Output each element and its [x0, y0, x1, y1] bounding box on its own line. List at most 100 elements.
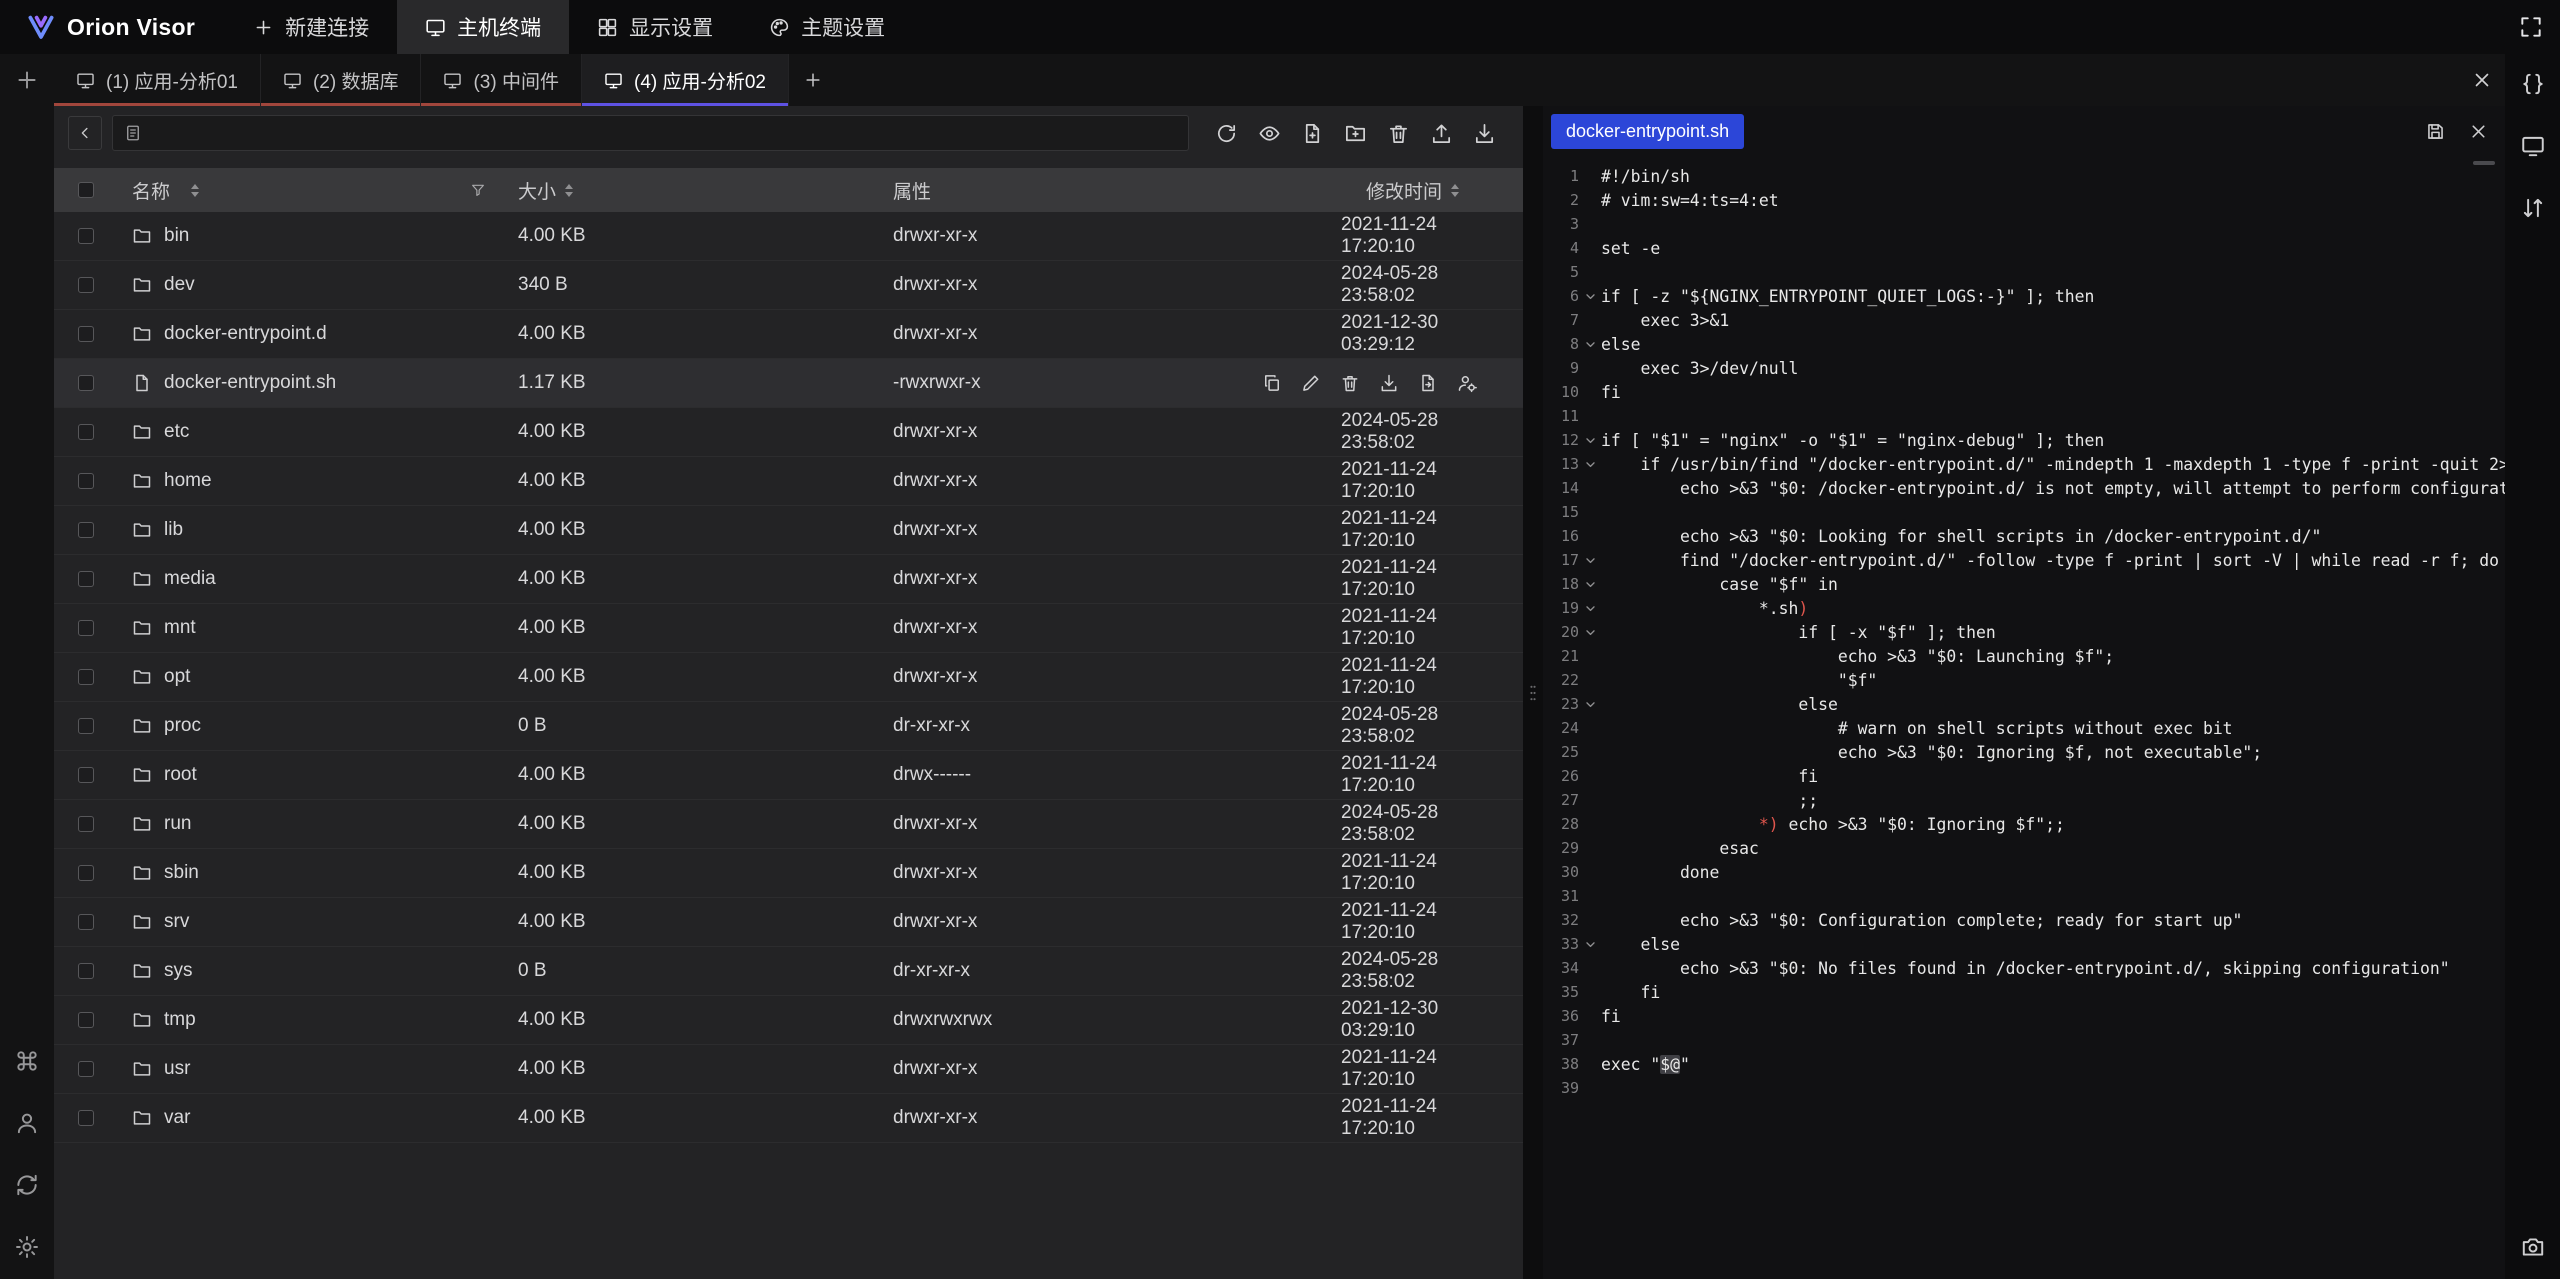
- select-all-checkbox[interactable]: [78, 182, 94, 198]
- fold-icon[interactable]: [1579, 458, 1601, 471]
- delete-icon[interactable]: [1381, 116, 1415, 150]
- row-checkbox[interactable]: [78, 522, 94, 538]
- file-row-proc[interactable]: proc0 Bdr-xr-xr-x2024-05-28 23:58:02: [54, 702, 1523, 751]
- fold-icon[interactable]: [1579, 434, 1601, 447]
- line-number: 9: [1549, 359, 1579, 377]
- row-checkbox[interactable]: [78, 1061, 94, 1077]
- panel-splitter[interactable]: [1523, 106, 1543, 1279]
- row-checkbox[interactable]: [78, 473, 94, 489]
- close-editor-icon[interactable]: [2468, 121, 2489, 142]
- menu-item-new-connection[interactable]: 新建连接: [225, 0, 397, 54]
- row-checkbox[interactable]: [78, 326, 94, 342]
- path-input[interactable]: [151, 123, 1177, 144]
- fold-icon[interactable]: [1579, 338, 1601, 351]
- new-folder-icon[interactable]: [1338, 116, 1372, 150]
- menu-item-display-settings[interactable]: 显示设置: [569, 0, 741, 54]
- row-checkbox[interactable]: [78, 767, 94, 783]
- fold-icon[interactable]: [1579, 554, 1601, 567]
- menu-item-host-terminal[interactable]: 主机终端: [397, 0, 569, 54]
- line-number: 25: [1549, 743, 1579, 761]
- new-file-icon[interactable]: [1295, 116, 1329, 150]
- row-checkbox[interactable]: [78, 571, 94, 587]
- file-row-home[interactable]: home4.00 KBdrwxr-xr-x2021-11-24 17:20:10: [54, 457, 1523, 506]
- file-row-var[interactable]: var4.00 KBdrwxr-xr-x2021-11-24 17:20:10: [54, 1094, 1523, 1143]
- code-editor[interactable]: 1#!/bin/sh2# vim:sw=4:ts=4:et34set -e56i…: [1543, 156, 2505, 1279]
- row-checkbox[interactable]: [78, 1110, 94, 1126]
- file-row-sys[interactable]: sys0 Bdr-xr-xr-x2024-05-28 23:58:02: [54, 947, 1523, 996]
- sync-icon[interactable]: [7, 1167, 47, 1203]
- row-checkbox[interactable]: [78, 718, 94, 734]
- row-checkbox[interactable]: [78, 375, 94, 391]
- file-row-opt[interactable]: opt4.00 KBdrwxr-xr-x2021-11-24 17:20:10: [54, 653, 1523, 702]
- file-row-lib[interactable]: lib4.00 KBdrwxr-xr-x2021-11-24 17:20:10: [54, 506, 1523, 555]
- upload-icon[interactable]: [1424, 116, 1458, 150]
- close-panel-button[interactable]: [2459, 54, 2505, 106]
- swap-vertical-icon[interactable]: [2513, 188, 2553, 228]
- file-row-etc[interactable]: etc4.00 KBdrwxr-xr-x2024-05-28 23:58:02: [54, 408, 1523, 457]
- tab-3[interactable]: (3) 中间件: [421, 54, 582, 106]
- settings-icon[interactable]: [7, 1229, 47, 1265]
- row-checkbox[interactable]: [78, 1012, 94, 1028]
- sort-mtime-icon[interactable]: [1451, 184, 1459, 197]
- fold-icon[interactable]: [1579, 698, 1601, 711]
- refresh-icon[interactable]: [1209, 116, 1243, 150]
- sort-name-icon[interactable]: [191, 184, 199, 197]
- sort-size-icon[interactable]: [565, 184, 573, 197]
- preview-icon[interactable]: [1252, 116, 1286, 150]
- fold-icon[interactable]: [1579, 578, 1601, 591]
- tab-4[interactable]: (4) 应用-分析02: [582, 54, 789, 106]
- tab-1[interactable]: (1) 应用-分析01: [54, 54, 261, 106]
- row-checkbox[interactable]: [78, 865, 94, 881]
- row-checkbox[interactable]: [78, 228, 94, 244]
- row-checkbox[interactable]: [78, 816, 94, 832]
- screenshot-icon[interactable]: [2513, 1227, 2553, 1267]
- file-row-media[interactable]: media4.00 KBdrwxr-xr-x2021-11-24 17:20:1…: [54, 555, 1523, 604]
- file-row-run[interactable]: run4.00 KBdrwxr-xr-x2024-05-28 23:58:02: [54, 800, 1523, 849]
- download-icon[interactable]: [1467, 116, 1501, 150]
- fullscreen-icon[interactable]: [2518, 14, 2544, 40]
- add-tab-button[interactable]: [789, 54, 837, 106]
- copy-icon[interactable]: [1262, 373, 1282, 393]
- fold-icon[interactable]: [1579, 602, 1601, 615]
- row-checkbox[interactable]: [78, 620, 94, 636]
- column-name-label[interactable]: 名称: [132, 177, 170, 204]
- fold-icon[interactable]: [1579, 938, 1601, 951]
- command-icon[interactable]: [7, 1043, 47, 1079]
- file-row-mnt[interactable]: mnt4.00 KBdrwxr-xr-x2021-11-24 17:20:10: [54, 604, 1523, 653]
- document-icon: [124, 124, 142, 142]
- row-checkbox[interactable]: [78, 424, 94, 440]
- column-mtime-label[interactable]: 修改时间: [1366, 177, 1442, 204]
- user-icon[interactable]: [7, 1105, 47, 1141]
- file-row-usr[interactable]: usr4.00 KBdrwxr-xr-x2021-11-24 17:20:10: [54, 1045, 1523, 1094]
- permissions-icon[interactable]: [1457, 373, 1477, 393]
- delete-icon[interactable]: [1340, 373, 1360, 393]
- file-row-root[interactable]: root4.00 KBdrwx------2021-11-24 17:20:10: [54, 751, 1523, 800]
- row-checkbox[interactable]: [78, 669, 94, 685]
- column-size-label[interactable]: 大小: [518, 177, 556, 204]
- add-connection-button[interactable]: [7, 62, 47, 98]
- braces-icon[interactable]: [2513, 64, 2553, 104]
- file-row-srv[interactable]: srv4.00 KBdrwxr-xr-x2021-11-24 17:20:10: [54, 898, 1523, 947]
- file-row-sbin[interactable]: sbin4.00 KBdrwxr-xr-x2021-11-24 17:20:10: [54, 849, 1523, 898]
- edit-icon[interactable]: [1301, 373, 1321, 393]
- row-checkbox[interactable]: [78, 277, 94, 293]
- save-icon[interactable]: [2425, 121, 2446, 142]
- file-row-bin[interactable]: bin4.00 KBdrwxr-xr-x2021-11-24 17:20:10: [54, 212, 1523, 261]
- editor-file-tab[interactable]: docker-entrypoint.sh: [1551, 114, 1744, 149]
- file-row-docker-entrypoint.sh[interactable]: docker-entrypoint.sh1.17 KB-rwxrwxr-x: [54, 359, 1523, 408]
- file-row-dev[interactable]: dev340 Bdrwxr-xr-x2024-05-28 23:58:02: [54, 261, 1523, 310]
- move-icon[interactable]: [1418, 373, 1438, 393]
- back-button[interactable]: [68, 116, 102, 150]
- filter-icon[interactable]: [470, 182, 486, 198]
- download-icon[interactable]: [1379, 373, 1399, 393]
- fold-icon[interactable]: [1579, 626, 1601, 639]
- file-row-tmp[interactable]: tmp4.00 KBdrwxrwxrwx2021-12-30 03:29:10: [54, 996, 1523, 1045]
- file-row-docker-entrypoint.d[interactable]: docker-entrypoint.d4.00 KBdrwxr-xr-x2021…: [54, 310, 1523, 359]
- row-checkbox[interactable]: [78, 963, 94, 979]
- menu-item-theme-settings[interactable]: 主题设置: [741, 0, 913, 54]
- fold-icon[interactable]: [1579, 290, 1601, 303]
- tab-2[interactable]: (2) 数据库: [261, 54, 422, 106]
- editor-scrollbar-thumb[interactable]: [2473, 161, 2495, 165]
- row-checkbox[interactable]: [78, 914, 94, 930]
- display-icon[interactable]: [2513, 126, 2553, 166]
